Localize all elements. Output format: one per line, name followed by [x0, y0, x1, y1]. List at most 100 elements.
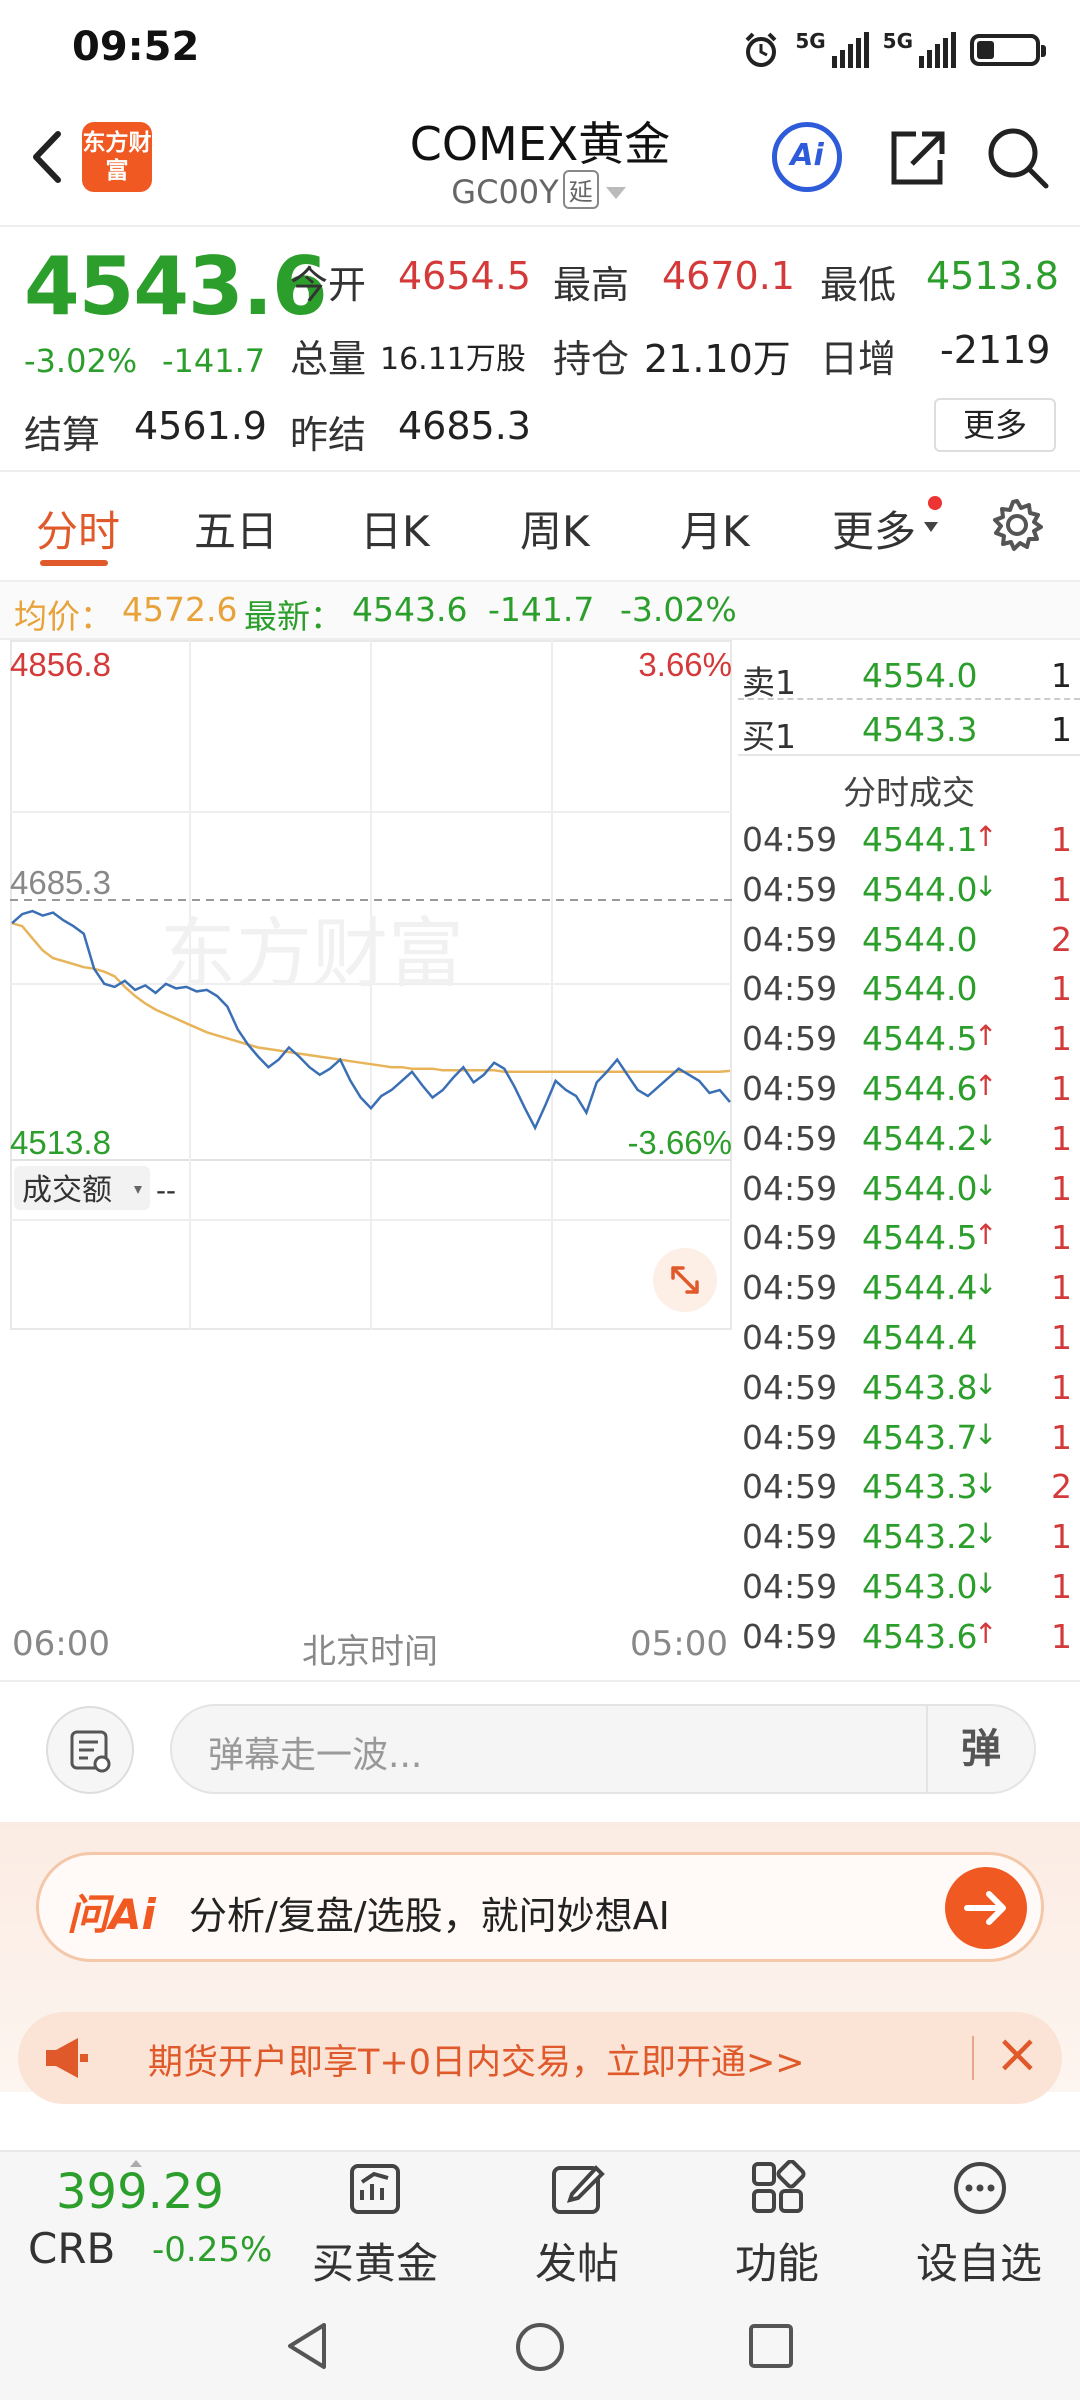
network-type-2: 5G [882, 29, 913, 53]
tab-weekly-k[interactable]: 周K [520, 498, 590, 559]
trades-title: 分时成交 [843, 773, 975, 812]
trade-row: 04:59 4544.5 ↑ 1 [738, 1011, 1080, 1061]
nav-label-watchlist: 设自选 [915, 2239, 1042, 2288]
trade-time: 04:59 [742, 1168, 838, 1208]
trade-price: 4544.0 [862, 919, 978, 959]
system-home-icon[interactable] [514, 2321, 566, 2373]
system-recents-icon[interactable] [748, 2323, 794, 2369]
trade-price: 4543.0 [862, 1567, 978, 1606]
delay-badge: 延 [562, 170, 599, 209]
trade-time: 04:59 [742, 919, 838, 959]
period-tabs: 分时 五日 日K 周K 月K 更多 [0, 476, 1080, 576]
ai-prompt-box[interactable]: 问Ai 分析/复盘/选股，就问妙想AI [36, 1852, 1044, 1962]
tab-daily-k[interactable]: 日K [360, 498, 430, 559]
trade-qty: 1 [1051, 1168, 1072, 1208]
current-price: 4543.6 [24, 240, 328, 333]
high-label: 最高 [553, 263, 630, 307]
trade-row: 04:59 4544.2 ↓ 1 [738, 1111, 1080, 1161]
trade-row: 04:59 4543.2 ↓ 1 [738, 1509, 1080, 1559]
ai-go-button[interactable] [945, 1867, 1027, 1949]
trade-qty: 1 [1051, 1019, 1072, 1059]
x-start-label: 06:00 [12, 1624, 110, 1664]
promo-close-icon[interactable]: × [995, 2022, 1040, 2085]
index-name[interactable]: CRB [28, 2224, 115, 2273]
chart-watermark: 东方财富 [160, 912, 464, 997]
trade-time: 04:59 [742, 1268, 838, 1308]
volume-value: -- [156, 1174, 176, 1207]
ai-brand: 问Ai [67, 1890, 156, 1939]
settings-gear-icon[interactable] [988, 496, 1046, 554]
nav-label-buy-gold: 买黄金 [311, 2239, 438, 2288]
more-caret-icon [924, 522, 938, 532]
trade-direction: ↓ [974, 1567, 998, 1600]
danmu-send-button[interactable]: 弹 [926, 1706, 1034, 1792]
trade-row: 04:59 4543.3 ↓ 2 [738, 1459, 1080, 1509]
trade-direction: ↓ [974, 1268, 998, 1302]
price-info-row: 均价： 4572.6 最新： 4543.6 -141.7 -3.02% [0, 580, 1080, 640]
divider [0, 470, 1080, 472]
trade-price: 4544.4 [862, 1268, 978, 1308]
arrow-right-icon [964, 1891, 1006, 1925]
trade-qty: 1 [1051, 869, 1072, 909]
battery-icon [970, 34, 1046, 66]
trade-price: 4544.2 [862, 1118, 978, 1158]
avg-label: 均价： [14, 597, 113, 636]
open-label: 今开 [290, 263, 367, 307]
trade-qty: 1 [1051, 969, 1072, 1009]
trade-row: 04:59 4544.1 ↑ 1 [738, 812, 1080, 862]
intraday-chart[interactable]: 东方财富 4856.8 3.66% 4685.3 4513.8 -3.66% 成… [10, 640, 732, 1330]
trade-price: 4543.7 [862, 1417, 978, 1457]
signal-1-icon [831, 32, 869, 68]
trade-qty: 1 [1051, 820, 1072, 859]
prev-settle-label: 昨结 [290, 413, 367, 457]
trade-row: 04:59 4543.8 ↓ 1 [738, 1360, 1080, 1410]
index-value[interactable]: 399.29 [56, 2164, 224, 2220]
trade-row: 04:59 4544.6 ↑ 1 [738, 1061, 1080, 1111]
status-icons: 5G 5G [741, 28, 1046, 72]
trade-row: 04:59 4544.4 1 [738, 1310, 1080, 1360]
trade-row: 04:59 4544.4 ↓ 1 [738, 1260, 1080, 1310]
trade-direction: ↓ [974, 1168, 998, 1202]
x-end-label: 05:00 [630, 1624, 728, 1664]
trade-time: 04:59 [742, 1367, 838, 1407]
trade-time: 04:59 [742, 1467, 838, 1507]
trade-row: 04:59 4544.0 ↓ 1 [738, 862, 1080, 912]
trade-direction: ↓ [974, 1367, 998, 1401]
search-icon[interactable] [982, 122, 1052, 192]
share-icon[interactable] [882, 122, 952, 192]
danmu-settings-icon[interactable] [46, 1706, 134, 1794]
more-quote-button[interactable]: 更多 [934, 398, 1056, 452]
latest-change-pct: -3.02% [620, 590, 737, 629]
trade-qty: 1 [1051, 1616, 1072, 1656]
fullscreen-expand-icon[interactable] [653, 1248, 717, 1312]
trade-row: 04:59 4544.0 ↓ 1 [738, 1161, 1080, 1211]
trade-qty: 1 [1051, 1318, 1072, 1357]
order-book-panel: 卖1 4554.0 1 买1 4543.3 1 分时成交 04:59 4544.1… [738, 640, 1080, 1675]
tab-five-day[interactable]: 五日 [194, 498, 278, 559]
chevron-down-icon [605, 187, 626, 199]
ask-price: 4554.0 [862, 656, 978, 695]
system-navigation-bar [0, 2285, 1080, 2400]
tab-intraday[interactable]: 分时 [36, 498, 120, 559]
trade-time: 04:59 [742, 820, 838, 859]
trade-row: 04:59 4544.0 2 [738, 912, 1080, 962]
more-dots-icon [954, 2162, 1006, 2214]
latest-label: 最新： [244, 597, 343, 636]
trade-time: 04:59 [742, 969, 838, 1009]
ai-prompt-text: 分析/复盘/选股，就问妙想AI [189, 1894, 670, 1938]
trade-direction: ↓ [974, 869, 998, 903]
tab-more[interactable]: 更多 [832, 498, 916, 559]
time-axis: 06:00 北京时间 05:00 [0, 1620, 735, 1675]
index-pct[interactable]: -0.25% [152, 2230, 272, 2270]
trade-price: 4544.5 [862, 1218, 978, 1258]
ai-assistant-button[interactable]: Ai [772, 122, 842, 192]
settle-label: 结算 [24, 413, 101, 457]
danmu-input[interactable]: 弹幕走一波... 弹 [170, 1704, 1036, 1794]
code-text: GC00Y [451, 173, 559, 211]
volume-value: 16.11万股 [380, 342, 526, 377]
low-value: 4513.8 [926, 254, 1059, 298]
system-back-icon[interactable] [284, 2321, 332, 2371]
tab-monthly-k[interactable]: 月K [680, 498, 750, 559]
latest-value: 4543.6 [352, 590, 468, 629]
promo-banner[interactable]: 期货开户即享T+0日内交易，立即开通>> × [18, 2012, 1062, 2104]
